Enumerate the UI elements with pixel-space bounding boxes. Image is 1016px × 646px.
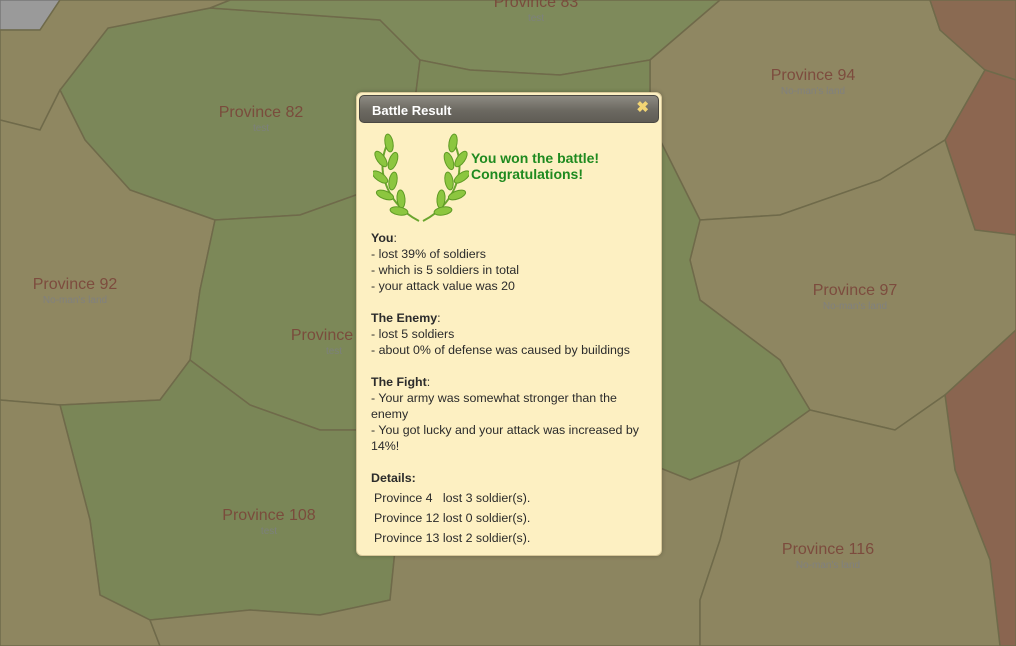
victory-line-1: You won the battle! xyxy=(471,150,600,166)
fight-line: - Your army was somewhat stronger than t… xyxy=(371,391,617,421)
battle-report: You: - lost 39% of soldiers - which is 5… xyxy=(371,230,655,546)
province-owner: No-man's land xyxy=(822,301,888,312)
you-section: You: - lost 39% of soldiers - which is 5… xyxy=(371,230,655,294)
enemy-line: - lost 5 soldiers xyxy=(371,327,455,341)
enemy-header: The Enemy: xyxy=(371,311,441,325)
you-header: You: xyxy=(371,231,397,245)
fight-header: The Fight: xyxy=(371,375,431,389)
province-label-97: Province 97 No-man's land xyxy=(813,282,898,312)
province-owner: No-man's land xyxy=(780,86,846,97)
province-name: Province xyxy=(290,327,354,344)
province-name: Province 116 xyxy=(781,541,875,558)
fight-section: The Fight: - Your army was somewhat stro… xyxy=(371,374,655,454)
details-row: Province 12 lost 0 soldier(s). xyxy=(374,511,531,525)
province-name: Province 108 xyxy=(222,507,316,524)
province-owner: test xyxy=(325,346,343,357)
dialog-title: Battle Result xyxy=(372,103,452,118)
province-owner: test xyxy=(527,13,545,24)
province-owner: test xyxy=(252,123,270,134)
laurel-wreath-icon xyxy=(373,133,469,222)
province-name: Province 97 xyxy=(812,282,898,299)
province-owner: No-man's land xyxy=(795,560,861,571)
province-label-82: Province 82 test xyxy=(219,104,304,134)
province-name: Province 94 xyxy=(770,67,856,84)
province-label-108: Province 108 test xyxy=(222,507,315,537)
province-label-116: Province 116 No-man's land xyxy=(782,541,874,571)
province-label-center: Province test xyxy=(291,327,353,357)
dialog-titlebar[interactable]: Battle Result ✖ xyxy=(359,95,659,123)
enemy-section: The Enemy: - lost 5 soldiers - about 0% … xyxy=(371,310,655,358)
enemy-line: - about 0% of defense was caused by buil… xyxy=(371,343,630,357)
details-row: Province 13 lost 2 soldier(s). xyxy=(374,531,531,545)
details-header: Details: xyxy=(371,471,416,485)
province-owner: No-man's land xyxy=(42,295,108,306)
details-section: Details: Province 4 lost 3 soldier(s). P… xyxy=(371,470,655,546)
province-label-94: Province 94 No-man's land xyxy=(771,67,856,97)
details-row: Province 4 lost 3 soldier(s). xyxy=(374,491,531,505)
you-line: - your attack value was 20 xyxy=(371,279,515,293)
you-line: - which is 5 soldiers in total xyxy=(371,263,520,277)
province-owner: test xyxy=(260,526,278,537)
province-name: Province 82 xyxy=(218,104,304,121)
province-label-83: Province 83 test xyxy=(494,0,579,24)
province-name: Province 83 xyxy=(493,0,579,11)
province-name: Province 92 xyxy=(32,276,118,293)
province-label-92: Province 92 No-man's land xyxy=(33,276,118,306)
battle-result-dialog: Battle Result ✖ You won the battle! Cong… xyxy=(356,92,662,556)
victory-line-2: Congratulations! xyxy=(471,166,583,182)
victory-message: You won the battle! Congratulations! xyxy=(471,150,599,182)
close-icon[interactable]: ✖ xyxy=(636,99,649,117)
you-line: - lost 39% of soldiers xyxy=(371,247,487,261)
fight-line: - You got lucky and your attack was incr… xyxy=(371,423,639,453)
